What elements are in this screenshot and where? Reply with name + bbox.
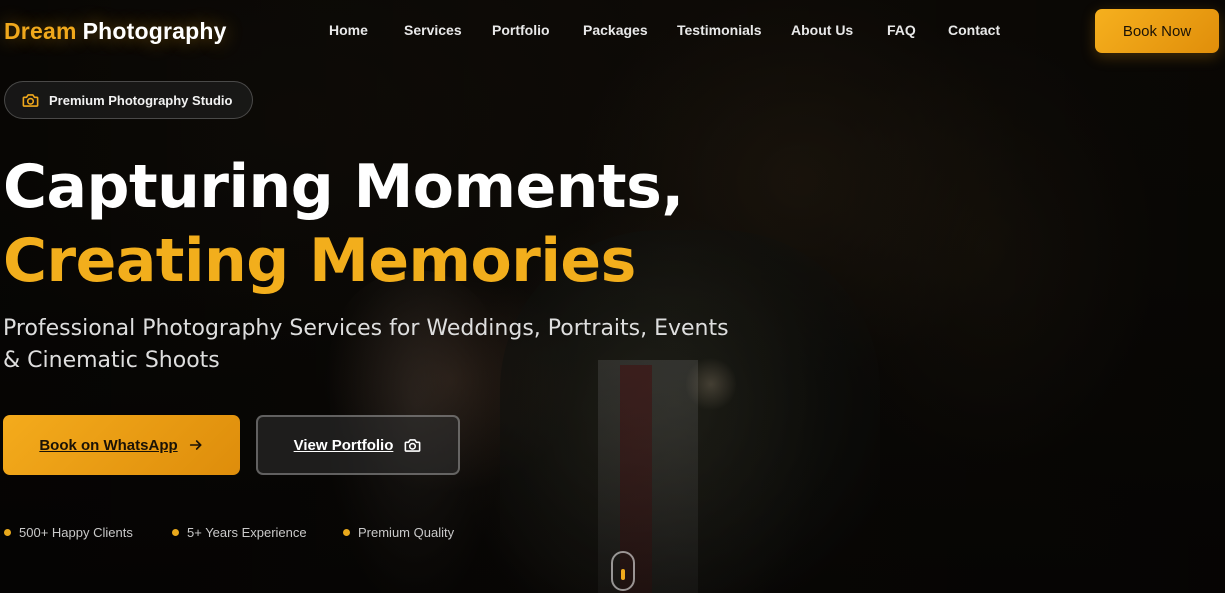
stat-item: Premium Quality — [343, 525, 454, 540]
nav-link-services[interactable]: Services — [404, 22, 492, 38]
hero-headline-line2: Creating Memories — [3, 226, 636, 296]
studio-badge: Premium Photography Studio — [4, 81, 253, 119]
studio-badge-label: Premium Photography Studio — [49, 92, 233, 108]
book-now-button[interactable]: Book Now — [1095, 9, 1219, 53]
nav-link-about-us[interactable]: About Us — [791, 22, 887, 38]
hero-subtitle: Professional Photography Services for We… — [3, 316, 729, 373]
hero-stats: 500+ Happy Clients 5+ Years Experience P… — [4, 525, 454, 540]
brand-logo-part2: Photography — [82, 18, 227, 44]
stat-item: 5+ Years Experience — [172, 525, 343, 540]
view-portfolio-label: View Portfolio — [293, 436, 394, 454]
brand-logo[interactable]: Dream Photography — [4, 18, 227, 45]
nav-link-contact[interactable]: Contact — [948, 22, 1008, 38]
book-on-whatsapp-button[interactable]: Book on WhatsApp — [3, 415, 240, 475]
bullet-dot-icon — [4, 529, 11, 536]
nav-link-portfolio[interactable]: Portfolio — [492, 22, 583, 38]
hero-headline-line1: Capturing Moments, — [3, 152, 684, 222]
view-portfolio-button[interactable]: View Portfolio — [256, 415, 460, 475]
nav-link-home[interactable]: Home — [329, 22, 404, 38]
nav-link-packages[interactable]: Packages — [583, 22, 677, 38]
nav-link-testimonials[interactable]: Testimonials — [677, 22, 791, 38]
camera-icon — [404, 438, 421, 452]
book-on-whatsapp-label: Book on WhatsApp — [39, 436, 178, 454]
brand-logo-part1: Dream — [4, 18, 77, 44]
nav-link-faq[interactable]: FAQ — [887, 22, 948, 38]
navbar: Dream Photography Home Services Portfolio… — [0, 0, 1225, 64]
camera-icon — [22, 93, 39, 107]
mouse-scroll-icon[interactable] — [611, 551, 635, 591]
stat-label: 5+ Years Experience — [187, 525, 307, 540]
stat-label: Premium Quality — [358, 525, 455, 540]
bullet-dot-icon — [343, 529, 350, 536]
arrow-right-icon — [189, 440, 202, 450]
bullet-dot-icon — [172, 529, 179, 536]
hero-headline: Capturing Moments, Creating Memories — [3, 150, 684, 298]
stat-label: 500+ Happy Clients — [19, 525, 133, 540]
stat-item: 500+ Happy Clients — [4, 525, 172, 540]
scroll-wheel — [621, 569, 625, 580]
main-menu: Home Services Portfolio Packages Testimo… — [329, 22, 1008, 38]
